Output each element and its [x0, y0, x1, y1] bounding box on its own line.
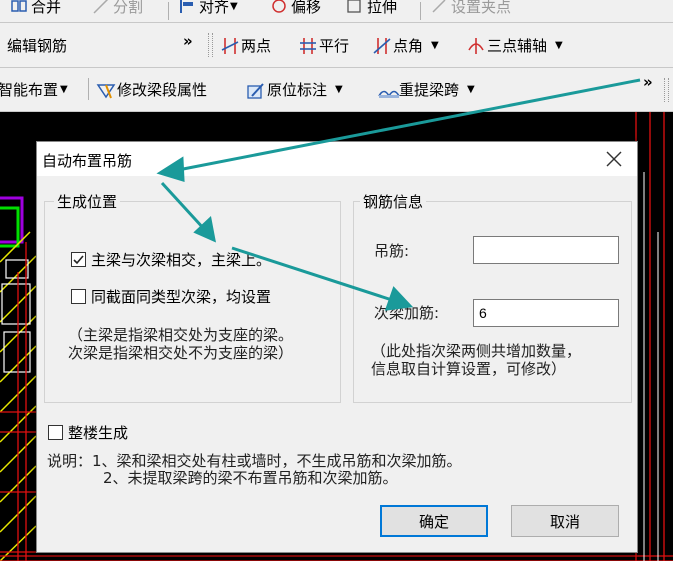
stretch-icon — [346, 0, 364, 15]
three-point-axis-dropdown-icon: ▼ — [555, 39, 563, 51]
toolbar-separator — [168, 2, 169, 20]
smart-layout-dropdown-icon: ▼ — [60, 84, 68, 95]
position-group: 生成位置 主梁与次梁相交，主梁上。 同截面同类型次梁，均设置 （主梁是指梁相交处… — [44, 191, 341, 403]
offset-icon — [270, 0, 288, 15]
parallel-icon — [298, 36, 316, 54]
whole-building-label: 整楼生成 — [68, 424, 129, 442]
stretch-button[interactable]: 拉伸 — [346, 0, 397, 17]
merge-label: 合并 — [31, 0, 62, 16]
rebar-note-1: （此处指次梁两侧共增加数量， — [371, 342, 582, 360]
toolbar-separator — [420, 2, 421, 20]
toolbar-overflow-button[interactable]: » — [183, 19, 193, 63]
toolbar-separator — [88, 78, 89, 100]
same-section-checkbox[interactable]: 同截面同类型次梁，均设置 — [71, 286, 271, 307]
explanation-line-1: 说明：1、梁和梁相交处有柱或墙时，不生成吊筋和次梁加筋。 — [47, 452, 462, 470]
secondary-rebar-label: 次梁加筋: — [374, 304, 440, 322]
align-icon — [178, 0, 196, 15]
smart-layout-button[interactable]: 智能布置 ▼ — [0, 68, 68, 111]
position-group-label: 生成位置 — [54, 191, 121, 212]
smart-layout-label: 智能布置 — [0, 81, 59, 99]
toolbar3-overflow-button[interactable]: » — [643, 60, 653, 103]
split-icon — [92, 0, 110, 15]
three-point-axis-label: 三点辅轴 — [487, 36, 548, 55]
set-point-label: 设置夹点 — [451, 0, 512, 16]
offset-label: 偏移 — [291, 0, 322, 16]
align-dropdown-icon: ▼ — [230, 0, 238, 12]
main-secondary-label: 主梁与次梁相交，主梁上。 — [91, 251, 272, 269]
align-label: 对齐 — [199, 0, 230, 16]
stretch-label: 拉伸 — [367, 0, 398, 16]
toolbar-grip[interactable] — [664, 78, 669, 102]
overflow-label: » — [183, 32, 193, 50]
main-beam-note-2: 次梁是指梁相交处不为支座的梁） — [68, 344, 294, 362]
modify-segment-label: 修改梁段属性 — [117, 81, 208, 99]
three-point-axis-button[interactable]: 三点辅轴 ▼ — [466, 23, 563, 67]
two-points-icon — [220, 36, 239, 54]
whole-building-checkbox[interactable]: 整楼生成 — [48, 422, 128, 443]
parallel-button[interactable]: 平行 — [298, 23, 349, 67]
toolbar-row-2: 编辑钢筋 » 两点 平行 点角 ▼ 三点辅轴 ▼ — [0, 23, 673, 68]
dialog-titlebar[interactable]: 自动布置吊筋 — [37, 142, 637, 176]
point-angle-label: 点角 — [393, 36, 424, 55]
point-angle-button[interactable]: 点角 ▼ — [372, 23, 439, 67]
close-icon[interactable] — [603, 148, 625, 170]
merge-button[interactable]: 合并 — [10, 0, 61, 17]
three-point-axis-icon — [466, 36, 484, 54]
secondary-rebar-input[interactable] — [473, 299, 619, 327]
rebar-note-2: 信息取自计算设置，可修改） — [371, 360, 567, 378]
dialog-title: 自动布置吊筋 — [42, 152, 133, 170]
main-beam-note-1: （主梁是指梁相交处为支座的梁。 — [68, 326, 294, 344]
offset-button[interactable]: 偏移 — [270, 0, 321, 17]
in-situ-mark-icon — [246, 81, 264, 99]
explanation-line-2: 2、未提取梁跨的梁不布置吊筋和次梁加筋。 — [103, 469, 398, 487]
point-angle-icon — [372, 36, 391, 54]
modify-segment-icon — [96, 81, 116, 99]
hanger-label: 吊筋: — [374, 242, 410, 260]
cad-green-outline — [0, 206, 20, 248]
checkbox-box[interactable] — [71, 252, 86, 267]
overflow-label: » — [643, 72, 653, 91]
merge-icon — [10, 0, 28, 15]
ok-button[interactable]: 确定 — [380, 505, 488, 537]
edit-rebar-label: 编辑钢筋 — [7, 36, 68, 55]
main-secondary-checkbox[interactable]: 主梁与次梁相交，主梁上。 — [71, 249, 271, 270]
align-button[interactable]: 对齐 ▼ — [178, 0, 238, 17]
modify-segment-button[interactable]: 修改梁段属性 — [96, 68, 207, 111]
parallel-label: 平行 — [319, 36, 350, 55]
checkbox-box[interactable] — [48, 425, 63, 440]
split-button[interactable]: 分割 — [92, 0, 143, 17]
same-section-label: 同截面同类型次梁，均设置 — [91, 288, 272, 306]
in-situ-mark-button[interactable]: 原位标注 ▼ — [246, 68, 343, 111]
toolbar-row-3: 智能布置 ▼ 修改梁段属性 原位标注 ▼ 重提梁跨 ▼ » — [0, 68, 673, 112]
ok-label: 确定 — [418, 512, 449, 531]
two-points-label: 两点 — [241, 36, 272, 55]
toolbar-grip[interactable] — [208, 33, 213, 57]
cancel-button[interactable]: 取消 — [511, 505, 619, 537]
re-extract-span-button[interactable]: 重提梁跨 ▼ — [378, 68, 475, 111]
in-situ-mark-label: 原位标注 — [267, 81, 328, 99]
rebar-info-group-label: 钢筋信息 — [360, 191, 427, 212]
set-point-icon — [430, 0, 448, 15]
rebar-info-group: 钢筋信息 吊筋: 次梁加筋: （此处指次梁两侧共增加数量， 信息取自计算设置，可… — [353, 191, 632, 403]
cancel-label: 取消 — [549, 512, 580, 531]
in-situ-mark-dropdown-icon: ▼ — [335, 84, 343, 95]
checkbox-box[interactable] — [71, 289, 86, 304]
edit-rebar-button[interactable]: 编辑钢筋 — [7, 23, 67, 67]
re-extract-span-label: 重提梁跨 — [399, 81, 460, 99]
point-angle-dropdown-icon: ▼ — [431, 39, 439, 51]
re-extract-span-dropdown-icon: ▼ — [467, 84, 475, 95]
re-extract-span-icon — [378, 81, 400, 99]
toolbar-row-1: 合并 分割 对齐 ▼ 偏移 拉伸 设置夹点 — [0, 0, 673, 23]
auto-hanger-dialog: 自动布置吊筋 生成位置 主梁与次梁相交，主梁上。 同截面同类型次梁，均设置 （主… — [36, 141, 638, 553]
split-label: 分割 — [113, 0, 144, 16]
hanger-input[interactable] — [473, 236, 619, 264]
set-point-button[interactable]: 设置夹点 — [430, 0, 511, 17]
two-points-button[interactable]: 两点 — [220, 23, 271, 67]
